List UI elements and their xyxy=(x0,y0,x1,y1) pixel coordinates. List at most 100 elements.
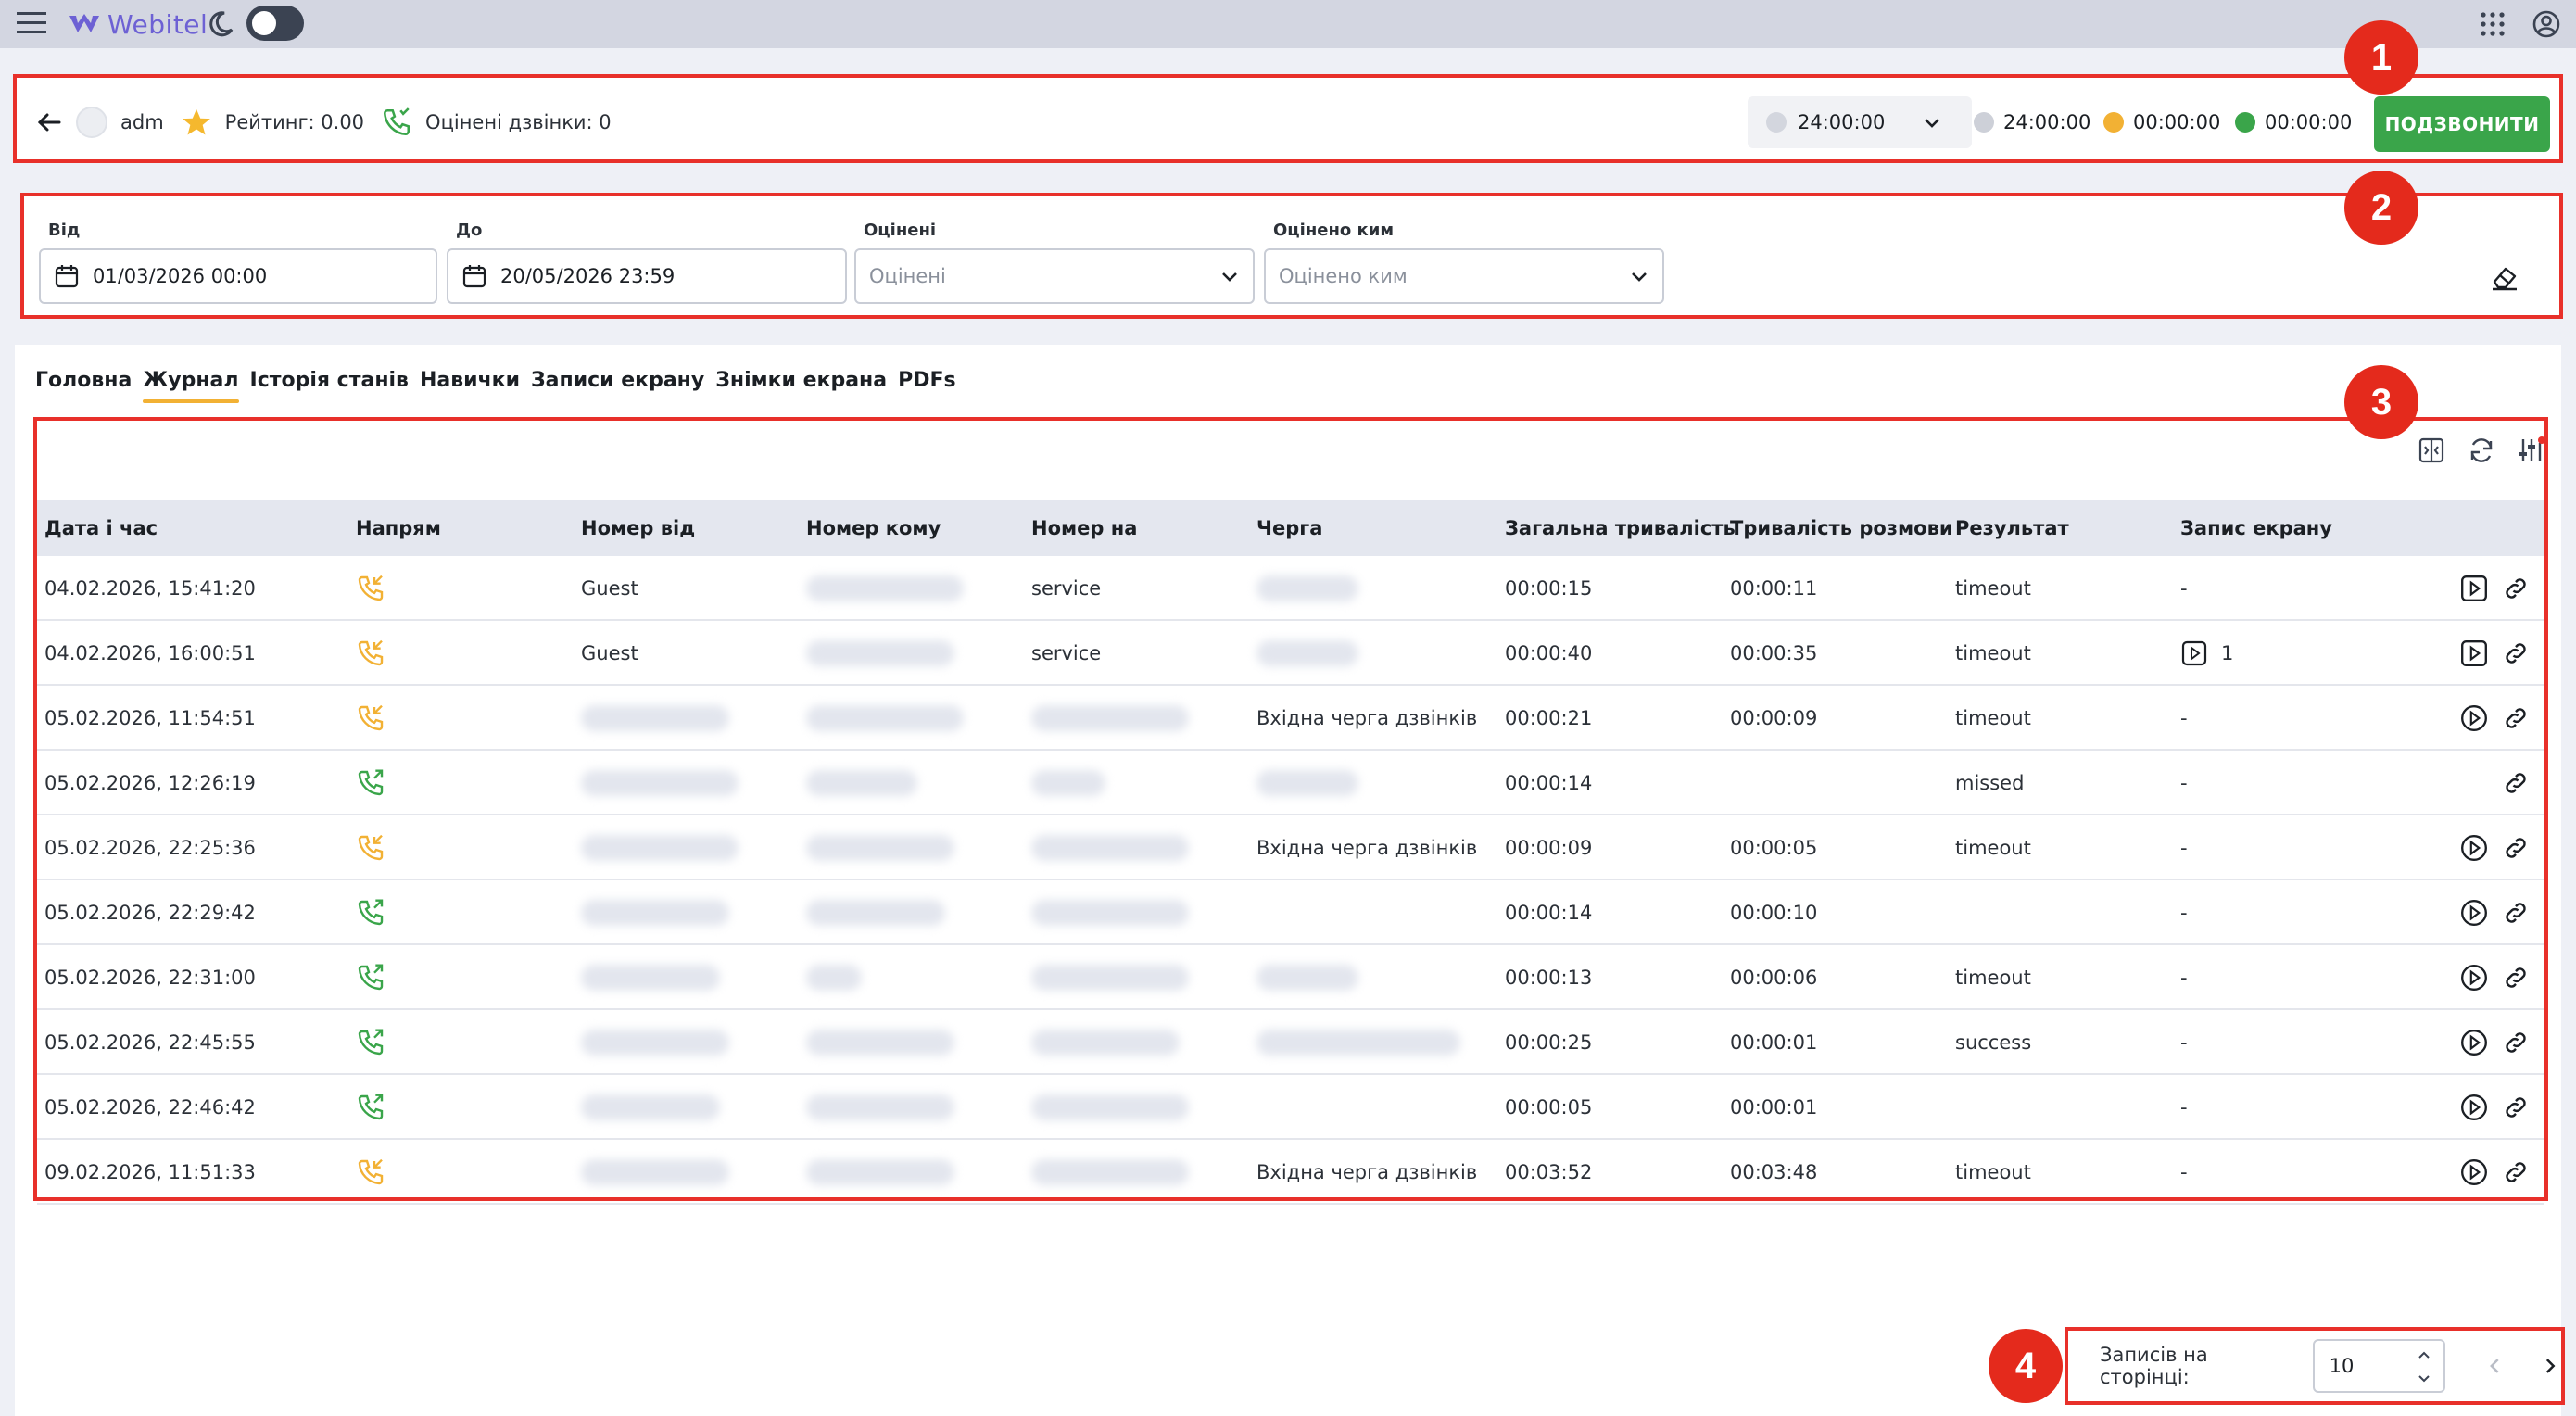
cell-screen-recording: - xyxy=(2180,902,2188,924)
tab-screen-recordings[interactable]: Записи екрану xyxy=(531,369,704,403)
cell-queue-redacted xyxy=(1256,621,1358,686)
play-icon[interactable] xyxy=(2459,1075,2489,1140)
theme-toggle[interactable] xyxy=(246,6,304,41)
table-row[interactable]: 05.02.2026, 11:54:51 Вхідна черга дзвінкі… xyxy=(37,686,2544,751)
tab-pdfs[interactable]: PDFs xyxy=(898,369,956,403)
call-outbound-icon xyxy=(356,1075,385,1140)
account-icon[interactable] xyxy=(2532,9,2561,39)
table-row[interactable]: 09.02.2026, 11:51:33 Вхідна черга дзвінкі… xyxy=(37,1140,2544,1205)
cell-queue: Вхідна черга дзвінків xyxy=(1256,707,1478,729)
col-number-from[interactable]: Номер від xyxy=(581,517,695,539)
table-row[interactable]: 04.02.2026, 15:41:20 Guest service 00:00:15… xyxy=(37,556,2544,621)
play-icon[interactable] xyxy=(2459,945,2489,1010)
link-icon[interactable] xyxy=(2502,1010,2530,1075)
call-outbound-icon xyxy=(356,751,385,815)
from-date-input[interactable]: 01/03/2026 00:00 xyxy=(39,248,437,304)
rated-placeholder: Оцінені xyxy=(869,265,946,287)
tab-bar: Головна Журнал Історія станів Навички За… xyxy=(35,369,956,403)
table-row[interactable]: 05.02.2026, 22:31:00 00:00:13 00:00:06 time… xyxy=(37,945,2544,1010)
link-icon[interactable] xyxy=(2502,556,2530,621)
play-icon[interactable] xyxy=(2459,815,2489,880)
call-outbound-icon xyxy=(356,945,385,1010)
col-number-on[interactable]: Номер на xyxy=(1031,517,1137,539)
cell-number-from-redacted xyxy=(581,1075,720,1140)
video-play-icon[interactable] xyxy=(2459,621,2489,686)
to-date-value: 20/05/2026 23:59 xyxy=(500,265,676,287)
refresh-icon[interactable] xyxy=(2467,436,2496,465)
col-total-duration[interactable]: Загальна тривалість xyxy=(1505,517,1736,539)
play-icon[interactable] xyxy=(2459,1140,2489,1205)
table-row[interactable]: 05.02.2026, 22:46:42 00:00:05 00:00:01 - xyxy=(37,1075,2544,1140)
tab-skills[interactable]: Навички xyxy=(420,369,520,403)
rated-by-select[interactable]: Оцінено ким xyxy=(1264,248,1664,304)
cell-number-to-redacted xyxy=(806,621,954,686)
moon-icon xyxy=(209,11,234,37)
video-play-icon[interactable] xyxy=(2459,556,2489,621)
chevron-left-icon[interactable] xyxy=(2484,1355,2507,1377)
call-outbound-icon xyxy=(356,880,385,945)
apps-grid-icon[interactable] xyxy=(2480,11,2506,37)
eraser-icon[interactable] xyxy=(2489,261,2520,293)
cell-datetime: 05.02.2026, 22:46:42 xyxy=(44,1096,256,1119)
cell-result: success xyxy=(1955,1031,2032,1054)
cell-datetime: 04.02.2026, 16:00:51 xyxy=(44,642,256,664)
link-icon[interactable] xyxy=(2502,945,2530,1010)
col-screen-recording[interactable]: Запис екрану xyxy=(2180,517,2332,539)
tab-journal[interactable]: Журнал xyxy=(143,369,239,403)
arrow-left-icon[interactable] xyxy=(35,108,63,136)
call-button[interactable]: ПОДЗВОНИТИ xyxy=(2374,96,2550,152)
cell-datetime: 05.02.2026, 22:31:00 xyxy=(44,967,256,989)
tab-screenshots[interactable]: Знімки екрана xyxy=(715,369,887,403)
play-icon[interactable] xyxy=(2459,1010,2489,1075)
cell-number-on: service xyxy=(1031,577,1102,600)
table-row[interactable]: 05.02.2026, 22:29:42 00:00:14 00:00:10 - xyxy=(37,880,2544,945)
col-number-to[interactable]: Номер кому xyxy=(806,517,941,539)
table-row[interactable]: 05.02.2026, 22:25:36 Вхідна черга дзвінкі… xyxy=(37,815,2544,880)
link-icon[interactable] xyxy=(2502,880,2530,945)
rated-select[interactable]: Оцінені xyxy=(854,248,1255,304)
cell-number-on-redacted xyxy=(1031,945,1189,1010)
link-icon[interactable] xyxy=(2502,1075,2530,1140)
webitel-logo[interactable]: Webitel xyxy=(69,7,208,41)
cell-number-on-redacted xyxy=(1031,1075,1189,1140)
link-icon[interactable] xyxy=(2502,686,2530,751)
cell-number-from-redacted xyxy=(581,815,739,880)
rated-label: Оцінені xyxy=(864,221,937,240)
table-row[interactable]: 04.02.2026, 16:00:51 Guest service 00:00:40… xyxy=(37,621,2544,686)
menu-icon[interactable] xyxy=(17,9,46,37)
per-page-input[interactable]: 10 xyxy=(2312,1339,2445,1393)
cell-number-on-redacted xyxy=(1031,1010,1180,1075)
tab-main[interactable]: Головна xyxy=(35,369,132,403)
link-icon[interactable] xyxy=(2502,751,2530,815)
col-talk-duration[interactable]: Тривалість розмови xyxy=(1730,517,1953,539)
column-settings-icon[interactable] xyxy=(2517,436,2546,465)
col-direction[interactable]: Напрям xyxy=(356,517,441,539)
cell-screen-recording[interactable]: 1 xyxy=(2180,621,2233,686)
cell-number-from-redacted xyxy=(581,945,720,1010)
play-icon[interactable] xyxy=(2459,686,2489,751)
status-select[interactable]: 24:00:00 xyxy=(1748,96,1972,148)
link-icon[interactable] xyxy=(2502,1140,2530,1205)
link-icon[interactable] xyxy=(2502,815,2530,880)
cell-talk-duration: 00:00:06 xyxy=(1730,967,1818,989)
table-row[interactable]: 05.02.2026, 12:26:19 00:00:14 missed - xyxy=(37,751,2544,815)
col-result[interactable]: Результат xyxy=(1955,517,2069,539)
col-datetime[interactable]: Дата і час xyxy=(44,517,158,539)
stat-grey-value: 24:00:00 xyxy=(2003,111,2091,133)
cell-screen-recording: - xyxy=(2180,1031,2188,1054)
col-queue[interactable]: Черга xyxy=(1256,517,1322,539)
expand-columns-icon[interactable] xyxy=(2417,436,2446,465)
stepper-icon[interactable] xyxy=(2418,1348,2431,1385)
cell-total-duration: 00:00:09 xyxy=(1505,837,1593,859)
cell-datetime: 05.02.2026, 12:26:19 xyxy=(44,772,256,794)
table-toolbar xyxy=(2417,436,2546,465)
chevron-right-icon[interactable] xyxy=(2539,1355,2561,1377)
table-row[interactable]: 05.02.2026, 22:45:55 00:00:25 00:00:01 succ… xyxy=(37,1010,2544,1075)
play-icon[interactable] xyxy=(2459,880,2489,945)
cell-number-from-redacted xyxy=(581,751,739,815)
rating-label: Рейтинг: 0.00 xyxy=(224,111,365,133)
link-icon[interactable] xyxy=(2502,621,2530,686)
to-date-input[interactable]: 20/05/2026 23:59 xyxy=(447,248,847,304)
cell-total-duration: 00:00:14 xyxy=(1505,902,1593,924)
tab-state-history[interactable]: Історія станів xyxy=(250,369,409,403)
